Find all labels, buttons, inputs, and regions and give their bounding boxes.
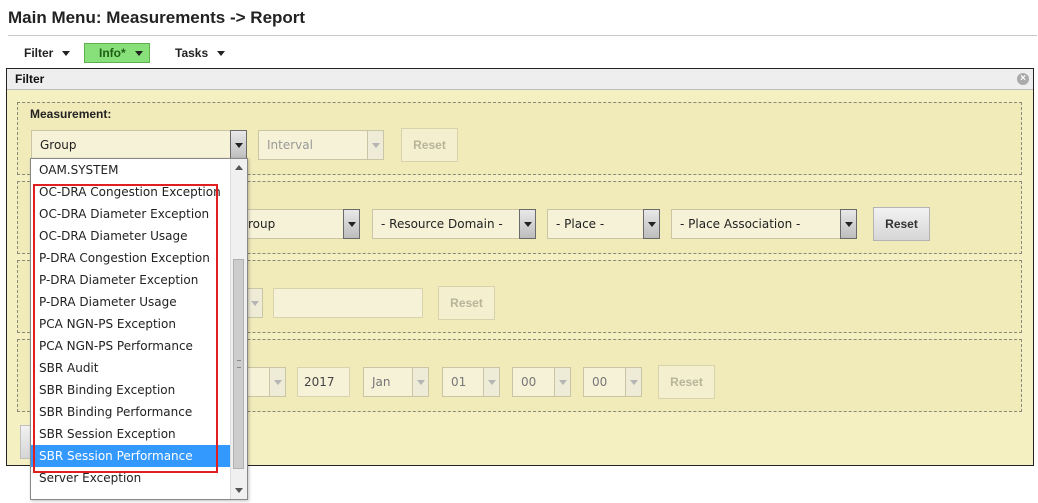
menu-filter[interactable]: Filter: [24, 43, 71, 63]
chevron-down-icon[interactable]: [269, 367, 286, 397]
menubar: Filter Info* Tasks: [8, 40, 1037, 66]
dropdown-option[interactable]: SBR Audit: [31, 357, 230, 379]
chevron-down-icon[interactable]: [519, 209, 536, 239]
scope-group-value: roup: [248, 217, 276, 231]
dropdown-option[interactable]: P-DRA Diameter Exception: [31, 269, 230, 291]
scope-reset-button[interactable]: Reset: [873, 207, 930, 241]
time-reset-button[interactable]: Reset: [658, 365, 715, 399]
month-value: Jan: [372, 375, 391, 389]
minute-value: 00: [592, 375, 608, 389]
measurement-group-select[interactable]: Group: [31, 130, 247, 160]
day-value: 01: [451, 375, 467, 389]
dropdown-option[interactable]: OC-DRA Congestion Exception: [31, 181, 230, 203]
place-select[interactable]: - Place -: [547, 209, 660, 239]
close-icon[interactable]: ×: [1017, 73, 1029, 85]
dropdown-option-selected[interactable]: SBR Session Performance: [31, 445, 230, 467]
scroll-up-icon[interactable]: [235, 165, 243, 170]
dropdown-option[interactable]: P-DRA Diameter Usage: [31, 291, 230, 313]
measurement-group-dropdown: OAM.SYSTEM OC-DRA Congestion Exception O…: [30, 158, 248, 500]
chevron-down-icon[interactable]: [367, 130, 384, 160]
day-select[interactable]: 01: [442, 367, 500, 397]
dropdown-option[interactable]: OAM.SYSTEM: [31, 159, 230, 181]
grip-icon: [237, 360, 241, 368]
measurement-reset-button[interactable]: Reset: [401, 128, 458, 162]
dropdown-option[interactable]: PCA NGN-PS Exception: [31, 313, 230, 335]
chevron-down-icon[interactable]: [343, 209, 360, 239]
dropdown-option[interactable]: SBR Binding Exception: [31, 379, 230, 401]
menu-tasks-label: Tasks: [175, 46, 209, 60]
dropdown-option[interactable]: OC-DRA Diameter Usage: [31, 225, 230, 247]
interval-placeholder: Interval: [267, 138, 313, 152]
place-association-value: - Place Association -: [680, 217, 801, 231]
dropdown-option[interactable]: P-DRA Congestion Exception: [31, 247, 230, 269]
chevron-down-icon[interactable]: [643, 209, 660, 239]
chevron-down-icon: [134, 51, 143, 57]
dropdown-option[interactable]: Server Exception: [31, 467, 230, 489]
menu-info[interactable]: Info*: [84, 43, 150, 63]
measurement-label: Measurement:: [30, 107, 112, 121]
filter3-text-input[interactable]: [273, 288, 423, 318]
filter-panel-title: Filter: [15, 72, 45, 86]
scroll-down-icon[interactable]: [235, 488, 243, 493]
hour-select[interactable]: 00: [512, 367, 571, 397]
interval-select[interactable]: Interval: [258, 130, 384, 160]
dropdown-option[interactable]: SBR Session Exception: [31, 423, 230, 445]
resource-domain-value: - Resource Domain -: [381, 217, 503, 231]
dropdown-list: OAM.SYSTEM OC-DRA Congestion Exception O…: [31, 159, 230, 489]
filter-panel-header: Filter ×: [7, 69, 1033, 90]
hour-value: 00: [521, 375, 537, 389]
menu-tasks[interactable]: Tasks: [175, 43, 226, 63]
menu-filter-label: Filter: [24, 46, 54, 60]
chevron-down-icon[interactable]: [840, 209, 857, 239]
chevron-down-icon[interactable]: [230, 130, 247, 160]
filter3-reset-button[interactable]: Reset: [438, 286, 495, 320]
measurement-group-value: Group: [40, 138, 77, 152]
place-value: - Place -: [556, 217, 605, 231]
chevron-down-icon: [62, 51, 71, 57]
scrollbar-thumb[interactable]: [233, 259, 244, 469]
chevron-down-icon[interactable]: [483, 367, 500, 397]
resource-domain-select[interactable]: - Resource Domain -: [372, 209, 536, 239]
minute-select[interactable]: 00: [583, 367, 642, 397]
place-association-select[interactable]: - Place Association -: [671, 209, 857, 239]
chevron-down-icon: [217, 51, 226, 57]
year-input[interactable]: 2017: [297, 367, 350, 397]
menu-info-label: Info*: [99, 46, 126, 60]
month-select[interactable]: Jan: [363, 367, 429, 397]
dropdown-scrollbar[interactable]: [230, 159, 247, 499]
dropdown-option[interactable]: PCA NGN-PS Performance: [31, 335, 230, 357]
chevron-down-icon[interactable]: [246, 288, 263, 318]
dropdown-option[interactable]: SBR Binding Performance: [31, 401, 230, 423]
chevron-down-icon[interactable]: [625, 367, 642, 397]
chevron-down-icon[interactable]: [412, 367, 429, 397]
title-divider: [8, 35, 1037, 36]
page-title: Main Menu: Measurements -> Report: [8, 8, 306, 27]
chevron-down-icon[interactable]: [554, 367, 571, 397]
dropdown-option[interactable]: OC-DRA Diameter Exception: [31, 203, 230, 225]
